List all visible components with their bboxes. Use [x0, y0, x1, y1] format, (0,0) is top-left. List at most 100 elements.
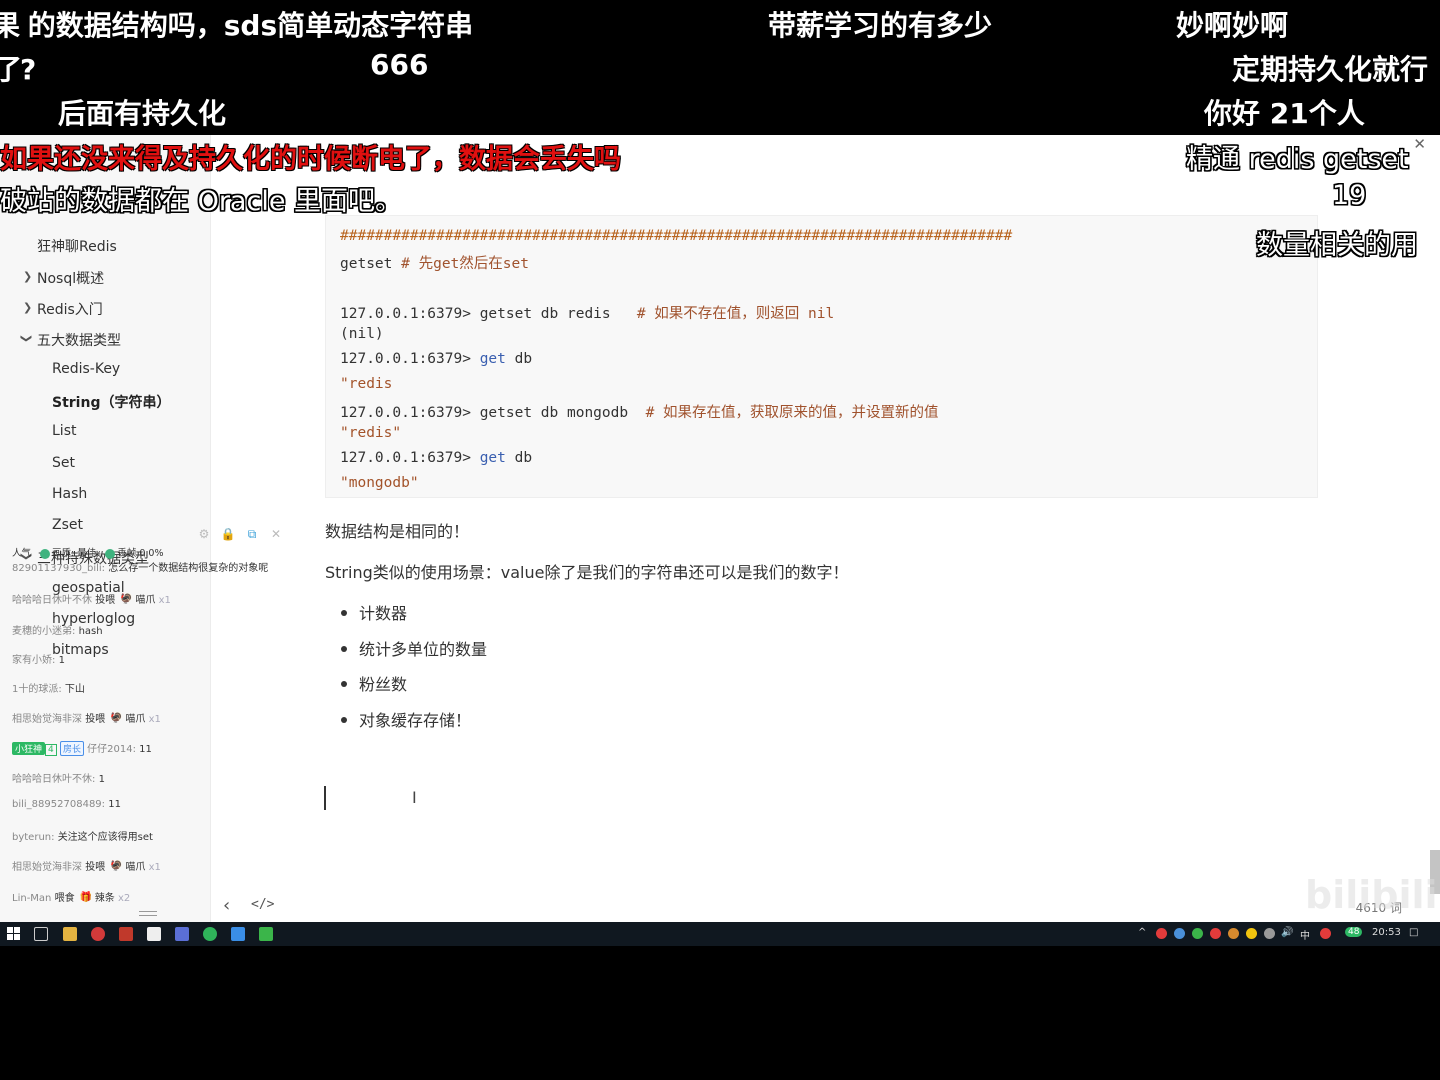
- app-icon[interactable]: [147, 927, 161, 941]
- code-command: getset db redis: [479, 306, 611, 322]
- outline-item-data-types[interactable]: 五大数据类型: [37, 330, 121, 350]
- paragraph: 数据结构是相同的！: [325, 522, 470, 541]
- resize-handle[interactable]: [139, 911, 157, 916]
- gear-icon[interactable]: ⚙: [196, 527, 212, 541]
- code-block[interactable]: ########################################…: [325, 215, 1318, 498]
- gift-name: 辣条: [94, 893, 115, 904]
- chat-status: 人气 画质: 最佳 丢帧 0.0%: [12, 545, 163, 559]
- danmaku-comment: 如果还没来得及持久化的时候断电了，数据会丢失吗: [0, 144, 621, 175]
- code-line: 127.0.0.1:6379> get db: [340, 450, 532, 466]
- app-icon[interactable]: [91, 927, 105, 941]
- chat-text: 怎么存一个数据结构很复杂的对象呢: [108, 563, 269, 574]
- bullet-icon: [341, 645, 347, 652]
- outline-item-redis-key[interactable]: Redis-Key: [52, 361, 120, 377]
- outline-item-redis-intro[interactable]: Redis入门: [37, 299, 103, 319]
- quality-label: 画质: 最佳: [52, 548, 97, 559]
- gift-name: 喵爪: [125, 862, 146, 873]
- clock[interactable]: 20:53: [1372, 927, 1401, 938]
- chat-text: hash: [78, 626, 103, 637]
- status-dot-icon: [105, 548, 116, 559]
- outline-item-hash[interactable]: Hash: [52, 486, 87, 502]
- wechat-icon[interactable]: [259, 927, 273, 941]
- chevron-right-icon[interactable]: ❯: [23, 301, 32, 314]
- outline-item-list[interactable]: List: [52, 423, 76, 439]
- danmaku-text: 的数据结构吗，sds简单动态字符串: [27, 9, 474, 42]
- danmaku-comment: 精通 redis getset: [1186, 144, 1409, 175]
- code-comment: # 如果存在值，获取原来的值，并设置新的值: [645, 405, 939, 421]
- code-arg: db: [514, 351, 533, 367]
- editor-window: 狂神聊Redis ❯ Nosql概述 ❯ Redis入门 ❯ 五大数据类型 Re…: [0, 135, 1440, 922]
- tray-icon[interactable]: [1228, 928, 1239, 939]
- live-chat-panel: ⚙ 🔒 ⧉ ✕ 人气 画质: 最佳 丢帧 0.0% 82901137930_bili:…: [0, 516, 290, 922]
- bullet-icon: [341, 609, 347, 616]
- tray-icon[interactable]: [1210, 928, 1221, 939]
- typora-icon[interactable]: [175, 927, 189, 941]
- chat-user: 哈哈哈日休叶不休: [12, 595, 92, 606]
- notification-icon[interactable]: □: [1409, 927, 1418, 938]
- popularity-label: 人气: [12, 548, 32, 559]
- network-icon[interactable]: [1264, 928, 1275, 939]
- bullet-icon: [341, 716, 347, 723]
- outline-item-root[interactable]: 狂神聊Redis: [37, 236, 117, 256]
- chevron-up-icon[interactable]: ^: [1138, 927, 1146, 938]
- fan-level: 4: [45, 744, 57, 756]
- chat-user: 麦穗的小迷弟:: [12, 626, 76, 637]
- danmaku-comment: 了?: [0, 53, 37, 86]
- chat-text: 1: [58, 655, 65, 666]
- frame-drop-label: 丢帧 0.0%: [117, 548, 164, 559]
- task-view-icon[interactable]: [34, 927, 48, 941]
- code-prompt: 127.0.0.1:6379>: [340, 450, 471, 466]
- chat-user: 1十的球派:: [12, 684, 62, 695]
- volume-icon[interactable]: 🔊: [1281, 927, 1293, 938]
- list-item-text: 对象缓存存储！: [359, 711, 472, 730]
- chat-message: 相思始觉海非深 投喂 🦃 喵爪 x1: [12, 710, 161, 726]
- outline-item-set[interactable]: Set: [52, 455, 75, 471]
- app-icon[interactable]: [231, 927, 245, 941]
- chat-message: 麦穗的小迷弟: hash: [12, 622, 103, 637]
- chat-toolbar: ⚙ 🔒 ⧉ ✕: [196, 523, 292, 541]
- tray-icon[interactable]: [1156, 928, 1167, 939]
- code-line: 127.0.0.1:6379> getset db mongodb # 如果存在…: [340, 401, 939, 422]
- ime-indicator[interactable]: 中: [1300, 927, 1310, 942]
- chevron-right-icon[interactable]: ❯: [23, 270, 32, 283]
- close-icon[interactable]: ✕: [268, 527, 284, 541]
- gift-icon: 🎁: [79, 891, 93, 903]
- tray-icon[interactable]: [1320, 928, 1331, 939]
- code-prompt: 127.0.0.1:6379>: [340, 306, 471, 322]
- list-item-text: 粉丝数: [359, 675, 408, 694]
- code-prompt: 127.0.0.1:6379>: [340, 351, 471, 367]
- lock-icon[interactable]: 🔒: [220, 527, 236, 541]
- code-command: getset db mongodb: [479, 405, 629, 421]
- app-icon[interactable]: [203, 927, 217, 941]
- outline-item-nosql[interactable]: Nosql概述: [37, 268, 104, 288]
- chat-text: 11: [108, 799, 121, 810]
- windows-start-icon[interactable]: [7, 927, 20, 940]
- chat-user: 相思始觉海非深: [12, 714, 82, 725]
- battery-indicator[interactable]: 48: [1345, 927, 1363, 937]
- app-icon[interactable]: [119, 927, 133, 941]
- chat-message: 哈哈哈日休叶不休 投喂 🦃 喵爪 x1: [12, 591, 171, 607]
- danmaku-comment: 666: [370, 48, 429, 81]
- list-item: 计数器: [341, 600, 407, 624]
- danmaku-text: ?: [20, 53, 37, 86]
- code-line: 127.0.0.1:6379> get db: [340, 351, 532, 367]
- danmaku-comment: 妙啊妙啊: [1176, 9, 1289, 42]
- status-dot-icon: [40, 548, 51, 559]
- code-line: (nil): [340, 326, 384, 342]
- chat-text: 1: [98, 774, 105, 785]
- tray-icon[interactable]: [1192, 928, 1203, 939]
- danmaku-comment: 带薪学习的有多少: [768, 9, 993, 42]
- popout-icon[interactable]: ⧉: [244, 527, 260, 541]
- chevron-down-icon[interactable]: ❯: [20, 334, 33, 343]
- chat-user: 仔仔2014:: [87, 744, 136, 755]
- close-icon[interactable]: ✕: [1413, 135, 1426, 153]
- chat-text: 投喂: [85, 714, 106, 725]
- tray-icon[interactable]: [1246, 928, 1257, 939]
- outline-item-string-active[interactable]: String（字符串）: [52, 392, 170, 412]
- chat-user: bili_88952708489:: [12, 799, 106, 810]
- code-line: "redis: [340, 376, 393, 392]
- tray-icon[interactable]: [1174, 928, 1185, 939]
- file-explorer-icon[interactable]: [63, 927, 77, 941]
- taskbar: ^ 🔊 中 48 20:53 □: [0, 922, 1440, 946]
- chat-message: 1十的球派: 下山: [12, 680, 85, 695]
